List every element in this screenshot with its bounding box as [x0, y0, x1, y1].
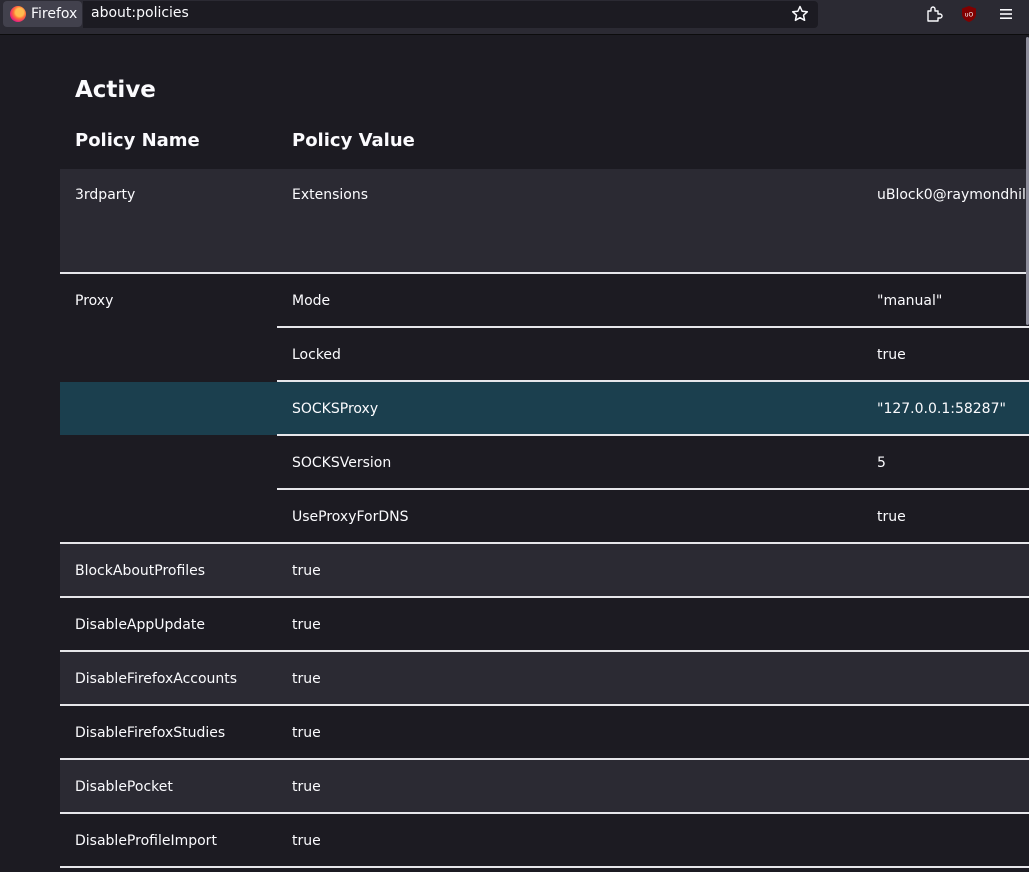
table-row [60, 544, 1029, 597]
policy-key: SOCKSProxy [292, 401, 379, 417]
url-bar[interactable]: about:policies [83, 1, 818, 28]
table-row [60, 760, 1029, 813]
bookmark-star-icon[interactable] [790, 4, 810, 24]
policy-value: true [292, 617, 321, 633]
row-divider [60, 812, 1029, 814]
policy-name: 3rdparty [75, 187, 136, 203]
policy-name: Proxy [75, 293, 114, 309]
ublock-origin-icon[interactable]: uO [959, 4, 979, 24]
policy-key: UseProxyForDNS [292, 509, 409, 525]
firefox-logo-icon [10, 6, 26, 22]
url-text[interactable]: about:policies [91, 5, 189, 21]
table-row [60, 169, 1029, 273]
column-header-policy-name: Policy Name [75, 130, 200, 151]
policy-value: uBlock0@raymondhill [877, 187, 1029, 203]
extensions-puzzle-icon[interactable] [924, 4, 944, 24]
policy-value: true [292, 833, 321, 849]
svg-text:uO: uO [965, 12, 974, 19]
policy-value: true [877, 509, 906, 525]
policy-name: BlockAboutProfiles [75, 563, 206, 579]
column-header-policy-value: Policy Value [292, 130, 415, 151]
browser-toolbar: Firefox about:policies uO [0, 0, 1029, 35]
policy-value: "127.0.0.1:58287" [877, 401, 1006, 417]
policy-name: DisablePocket [75, 779, 173, 795]
row-divider [60, 596, 1029, 598]
row-divider [277, 488, 1029, 490]
policy-value: true [292, 671, 321, 687]
policy-key: Locked [292, 347, 341, 363]
row-divider [60, 704, 1029, 706]
policy-value: true [292, 563, 321, 579]
row-divider [60, 272, 1029, 274]
identity-label: Firefox [31, 6, 78, 22]
policy-key: SOCKSVersion [292, 455, 392, 471]
hamburger-menu-icon[interactable] [996, 4, 1016, 24]
row-divider [277, 434, 1029, 436]
policy-name: DisableFirefoxAccounts [75, 671, 238, 687]
policy-value: "manual" [877, 293, 943, 309]
policy-value: true [292, 725, 321, 741]
policy-key: Extensions [292, 187, 369, 203]
row-divider [277, 326, 1029, 328]
policy-key: Mode [292, 293, 331, 309]
section-heading: Active [75, 77, 156, 103]
policy-value: true [877, 347, 906, 363]
policy-name: DisableFirefoxStudies [75, 725, 226, 741]
policy-name: DisableProfileImport [75, 833, 217, 849]
identity-box[interactable]: Firefox [3, 1, 82, 27]
policy-value: 5 [877, 455, 886, 471]
policy-name: DisableAppUpdate [75, 617, 205, 633]
policy-value: true [292, 779, 321, 795]
row-divider [60, 866, 1029, 868]
